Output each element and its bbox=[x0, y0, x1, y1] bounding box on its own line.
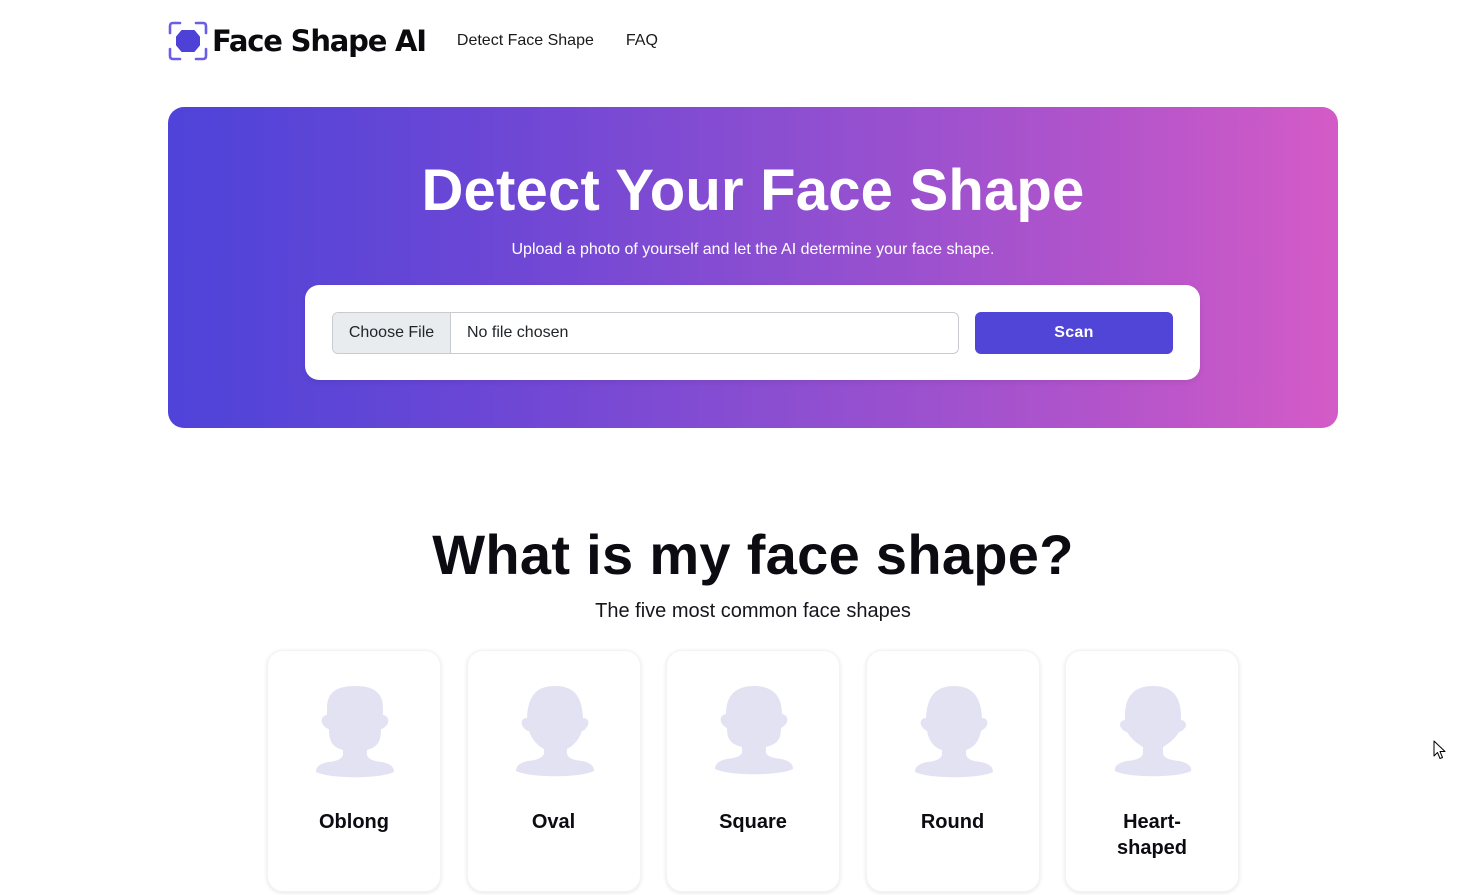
hero-subtitle: Upload a photo of yourself and let the A… bbox=[511, 241, 995, 258]
card-round[interactable]: Round bbox=[865, 650, 1040, 892]
mouse-cursor-icon bbox=[1433, 740, 1447, 765]
file-status: No file chosen bbox=[467, 324, 569, 341]
file-input[interactable]: Choose File No file chosen bbox=[332, 312, 959, 354]
face-scan-icon bbox=[168, 21, 208, 61]
nav-faq[interactable]: FAQ bbox=[626, 32, 658, 50]
card-heart-shaped[interactable]: Heart-shaped bbox=[1065, 650, 1239, 892]
oblong-face-silhouette-icon bbox=[316, 686, 394, 778]
card-square[interactable]: Square bbox=[666, 650, 840, 892]
card-label: Oblong bbox=[319, 811, 389, 833]
logo-link[interactable]: Face Shape AI bbox=[168, 21, 427, 61]
nav-detect-face-shape[interactable]: Detect Face Shape bbox=[457, 32, 594, 50]
site-header: Face Shape AI Detect Face Shape FAQ bbox=[168, 18, 690, 64]
hero-banner: Detect Your Face Shape Upload a photo of… bbox=[168, 107, 1338, 428]
hero-title: Detect Your Face Shape bbox=[421, 158, 1085, 223]
scan-button[interactable]: Scan bbox=[975, 312, 1173, 354]
main-nav: Detect Face Shape FAQ bbox=[457, 32, 690, 50]
round-face-silhouette-icon bbox=[914, 686, 993, 778]
square-face-silhouette-icon bbox=[715, 686, 793, 775]
face-shape-cards: Oblong Oval Square Round Heart-shaped bbox=[267, 650, 1265, 892]
section-title: What is my face shape? bbox=[432, 523, 1074, 586]
heart-face-silhouette-icon bbox=[1114, 686, 1192, 777]
card-oblong[interactable]: Oblong bbox=[267, 650, 441, 892]
card-label: Oval bbox=[531, 811, 576, 833]
upload-form: Choose File No file chosen Scan bbox=[305, 285, 1200, 380]
card-oval[interactable]: Oval bbox=[466, 650, 641, 892]
oval-face-silhouette-icon bbox=[515, 686, 594, 777]
card-label: Round bbox=[920, 811, 985, 833]
section-subtitle: The five most common face shapes bbox=[595, 600, 911, 622]
choose-file-button[interactable]: Choose File bbox=[333, 313, 451, 353]
card-label: Heart-shaped bbox=[1116, 811, 1188, 859]
card-label: Square bbox=[719, 811, 787, 833]
brand-name: Face Shape AI bbox=[212, 24, 427, 58]
